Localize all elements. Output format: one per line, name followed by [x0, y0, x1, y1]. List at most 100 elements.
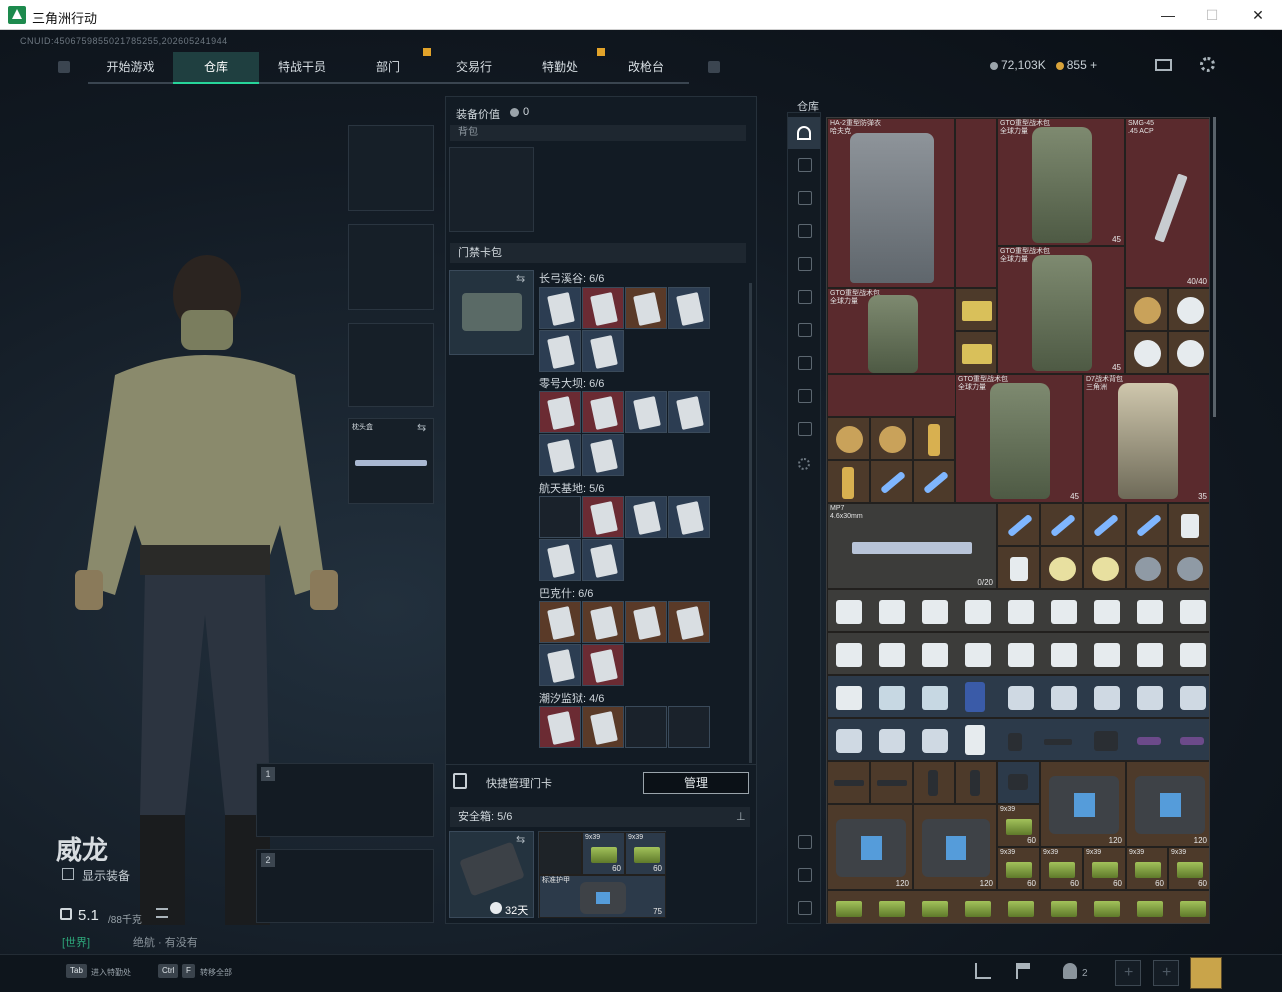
- pistol-slot[interactable]: [348, 323, 434, 407]
- part-item[interactable]: [870, 761, 913, 804]
- backpack-item[interactable]: GTO重型战术包 全球力量 45: [997, 246, 1125, 374]
- armor-bag-item[interactable]: 120: [913, 804, 997, 890]
- misc-item[interactable]: [1168, 331, 1209, 374]
- ammo-box-item[interactable]: [955, 331, 997, 374]
- syringe-item[interactable]: [1126, 503, 1168, 546]
- avatar[interactable]: [1190, 957, 1222, 989]
- misc-item[interactable]: [827, 417, 870, 460]
- tab-operators[interactable]: 特战干员: [259, 52, 345, 84]
- add-slot-button[interactable]: +: [1115, 960, 1141, 986]
- ammo-item[interactable]: 9x39 60: [1083, 847, 1126, 890]
- ammo-item[interactable]: 9x39 60: [625, 832, 666, 875]
- backpack-item[interactable]: GTO重型战术包 全球力量 45: [997, 118, 1125, 246]
- ammo-item[interactable]: 9x39 60: [1040, 847, 1083, 890]
- show-equipment-checkbox[interactable]: [62, 868, 74, 880]
- melee-slot[interactable]: 枕头盒 ⇆: [348, 418, 434, 504]
- stash-scrollbar[interactable]: [1213, 117, 1216, 417]
- ammo-item[interactable]: 9x39 60: [582, 832, 625, 875]
- category-icon[interactable]: [798, 191, 812, 205]
- tab-trading[interactable]: 交易行: [431, 52, 517, 84]
- tab-start-game[interactable]: 开始游戏: [88, 52, 173, 84]
- misc-item[interactable]: [913, 417, 955, 460]
- category-icon[interactable]: [798, 323, 812, 337]
- tab-department[interactable]: 部门: [345, 52, 431, 84]
- armor-vest-item[interactable]: HA-2重型防弹衣 哈夫克: [827, 118, 955, 288]
- helmet-slot[interactable]: [348, 125, 434, 211]
- part-item[interactable]: [997, 761, 1040, 804]
- syringe-item[interactable]: [1040, 503, 1083, 546]
- tab-special-ops[interactable]: 特勤处: [517, 52, 603, 84]
- misc-item[interactable]: [1125, 331, 1168, 374]
- misc-item[interactable]: [1083, 546, 1126, 589]
- syringe-item[interactable]: [913, 460, 955, 503]
- category-icon[interactable]: [798, 422, 812, 436]
- minimize-button[interactable]: —: [1152, 4, 1184, 26]
- flag-icon[interactable]: [1016, 963, 1030, 979]
- misc-item[interactable]: [1168, 546, 1209, 589]
- stats-icon[interactable]: [975, 963, 991, 979]
- tab-warehouse[interactable]: 仓库: [173, 52, 259, 84]
- category-all[interactable]: [788, 117, 820, 149]
- chat-line[interactable]: [世界] 绝航 · 有没有: [62, 934, 198, 950]
- misc-item[interactable]: [1126, 546, 1168, 589]
- category-icon[interactable]: [798, 224, 812, 238]
- ammo-item[interactable]: 9x39 60: [997, 847, 1040, 890]
- backpack-item[interactable]: GTO重型战术包 全球力量: [827, 288, 955, 374]
- close-button[interactable]: ✕: [1242, 4, 1274, 26]
- settings-gear-icon[interactable]: [1200, 57, 1215, 72]
- layers-icon[interactable]: [798, 868, 812, 882]
- ammo-item[interactable]: 9x39 60: [1168, 847, 1209, 890]
- screenshot-icon[interactable]: [798, 835, 812, 849]
- maximize-button[interactable]: ☐: [1196, 4, 1228, 26]
- add-slot-button[interactable]: +: [1153, 960, 1179, 986]
- armor-bag-item[interactable]: 120: [1126, 761, 1209, 847]
- swap-icon[interactable]: ⇆: [516, 833, 525, 846]
- pin-icon[interactable]: ⊥: [736, 807, 746, 827]
- settings-gear-icon[interactable]: [798, 458, 810, 470]
- part-item[interactable]: [955, 761, 997, 804]
- swap-icon[interactable]: ⇆: [516, 272, 525, 285]
- misc-item[interactable]: [1168, 503, 1209, 546]
- category-icon[interactable]: [798, 356, 812, 370]
- manage-button[interactable]: 管理: [643, 772, 749, 794]
- armor-item[interactable]: 标准护甲 75: [539, 875, 666, 918]
- tab-gunsmith[interactable]: 改枪台: [603, 52, 689, 84]
- mp7-item[interactable]: MP7 4.6x30mm 0/20: [827, 503, 997, 589]
- transfer-all-text[interactable]: 转移全部: [200, 967, 232, 978]
- friends-icon[interactable]: [1063, 963, 1077, 979]
- mail-icon[interactable]: [1155, 59, 1172, 71]
- gold-balance[interactable]: 855 +: [1067, 58, 1097, 72]
- part-item[interactable]: [827, 761, 870, 804]
- backpack-item[interactable]: GTO重型战术包 全球力量 45: [955, 374, 1083, 503]
- category-icon[interactable]: [798, 257, 812, 271]
- ammo-item[interactable]: 9x39 60: [1126, 847, 1168, 890]
- keycard-case-slot[interactable]: ⇆: [449, 270, 534, 355]
- ammo-box-item[interactable]: [955, 288, 997, 331]
- part-item[interactable]: [913, 761, 955, 804]
- misc-item[interactable]: [1125, 288, 1168, 331]
- misc-item[interactable]: [997, 546, 1040, 589]
- tab-hint-text[interactable]: 进入特勤处: [91, 967, 131, 978]
- d7-backpack-item[interactable]: D7战术背包 三角洲 35: [1083, 374, 1209, 503]
- syringe-item[interactable]: [1083, 503, 1126, 546]
- armor-slot[interactable]: [348, 224, 434, 310]
- swap-icon[interactable]: ⇆: [417, 421, 426, 434]
- misc-item[interactable]: [827, 460, 870, 503]
- keycard-scrollbar[interactable]: [749, 283, 752, 763]
- syringe-item[interactable]: [870, 460, 913, 503]
- category-icon[interactable]: [798, 158, 812, 172]
- backpack-slot[interactable]: [449, 147, 534, 232]
- syringe-item[interactable]: [997, 503, 1040, 546]
- misc-item[interactable]: [1040, 546, 1083, 589]
- category-icon[interactable]: [798, 290, 812, 304]
- safe-box-slot[interactable]: ⇆ 32天: [449, 831, 534, 918]
- armor-bag-item[interactable]: 120: [827, 804, 913, 890]
- misc-item[interactable]: [1168, 288, 1209, 331]
- nav-next-icon[interactable]: [708, 61, 720, 73]
- list-icon[interactable]: [156, 908, 168, 918]
- primary-weapon-slot[interactable]: 1: [256, 763, 434, 837]
- ammo-item[interactable]: 9x39 60: [997, 804, 1040, 847]
- category-icon[interactable]: [798, 389, 812, 403]
- sort-icon[interactable]: [798, 901, 812, 915]
- misc-item[interactable]: [870, 417, 913, 460]
